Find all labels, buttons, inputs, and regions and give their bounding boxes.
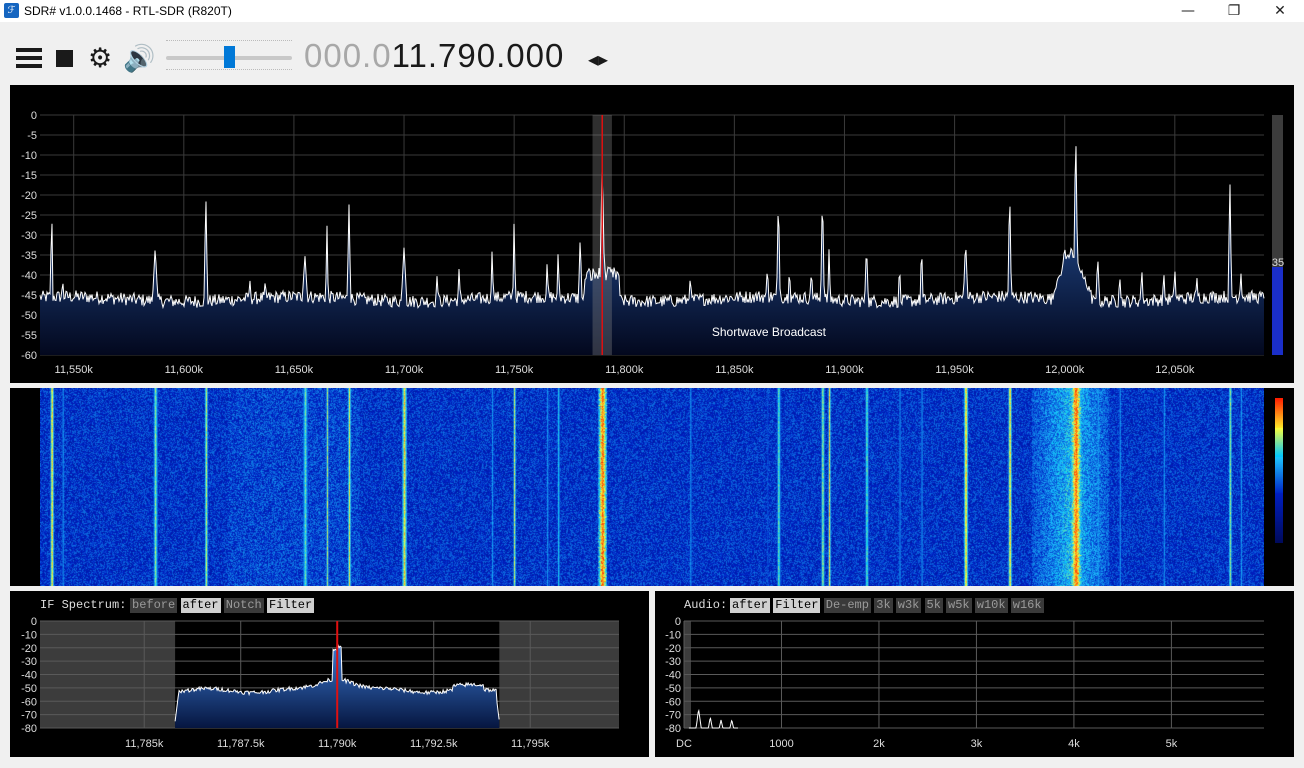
spectrum-x-tick: 11,900k [825,364,864,376]
if-y-tick: -30 [21,656,37,668]
if-y-tick: -80 [21,723,37,735]
speaker-icon[interactable]: 🔊 [123,44,155,74]
spectrum-x-tick: 11,650k [275,364,314,376]
spectrum-x-tick: 11,850k [715,364,754,376]
maximize-button[interactable]: ❐ [1211,0,1257,22]
tuning-step-arrows-icon[interactable]: ◂▸ [588,47,608,71]
if-spectrum-plot[interactable]: 0-10 -20-30 -40-50-60 -70-80 11,785k 11,787.5… [10,591,649,757]
spectrum-y-tick: -45 [21,290,37,302]
frequency-display[interactable]: 000.011.790.000 [304,37,564,75]
volume-slider-thumb[interactable] [224,46,235,68]
spectrum-y-tick: -20 [21,190,37,202]
audio-spectrum-panel: Audio: after Filter De-emp 3k w3k 5k w5k w10k w1… [655,591,1294,757]
spectrum-x-tick: 12,050k [1155,364,1195,376]
frequency-digits[interactable]: 11.790.000 [392,37,565,74]
audio-y-tick: -60 [665,696,681,708]
audio-y-tick: -20 [665,643,681,655]
if-x-tick: 11,785k [125,738,164,750]
audio-y-tick: -80 [665,723,681,735]
audio-x-tick: 4k [1068,738,1080,750]
title-bar: ℱ SDR# v1.0.0.1468 - RTL-SDR (R820T) — ❐… [0,0,1304,22]
if-y-tick: -20 [21,643,37,655]
spectrum-y-tick: -30 [21,230,37,242]
audio-y-tick: 0 [675,616,681,628]
audio-y-tick: -40 [665,670,681,682]
frequency-dim-digits[interactable]: 000.0 [304,37,392,74]
audio-x-tick: 2k [873,738,885,750]
if-x-tick: 11,792.5k [410,738,458,750]
audio-spectrum-trace [688,708,738,729]
audio-x-tick: 5k [1166,738,1178,750]
spectrum-y-tick: -35 [21,250,37,262]
if-y-tick: -10 [21,629,37,641]
spectrum-y-tick: -50 [21,310,37,322]
audio-y-tick: -50 [665,683,681,695]
spectrum-y-tick: -55 [21,330,37,342]
if-y-tick: -50 [21,683,37,695]
spectrum-y-tick: -40 [21,270,37,282]
if-spectrum-panel: IF Spectrum: before after Notch Filter 0 -10… [10,591,649,757]
if-y-tick: 0 [31,616,37,628]
audio-x-tick: DC [676,738,692,750]
if-y-tick: -70 [21,710,37,722]
if-y-tick: -40 [21,670,37,682]
spectrum-x-tick: 11,700k [385,364,424,376]
spectrum-x-tick: 11,750k [495,364,534,376]
spectrum-x-tick: 11,600k [165,364,204,376]
spectrum-plot[interactable]: Shortwave Broadcast 0 -5 -10 -15 -20 -25 -30 -3… [10,85,1294,383]
contrast-value: 35 [1272,257,1284,269]
waterfall-color-scale [1275,398,1283,543]
close-button[interactable]: ✕ [1257,0,1303,22]
spectrum-y-tick: -5 [27,130,37,142]
minimize-button[interactable]: — [1165,0,1211,22]
window-title: SDR# v1.0.0.1468 - RTL-SDR (R820T) [24,4,232,18]
spectrum-y-tick: -15 [21,170,37,182]
if-x-tick: 11,795k [511,738,550,750]
waterfall-display[interactable] [10,388,1294,586]
spectrum-x-tick: 11,550k [55,364,94,376]
spectrum-y-tick: -60 [21,350,37,362]
contrast-slider-fill[interactable] [1272,267,1283,355]
waterfall-canvas[interactable] [40,388,1264,586]
spectrum-x-tick: 12,000k [1045,364,1085,376]
spectrum-analyzer[interactable]: Shortwave Broadcast 0 -5 -10 -15 -20 -25 -30 -3… [10,85,1294,383]
audio-y-tick: -30 [665,656,681,668]
audio-spectrum-plot[interactable]: 0-10 -20-30 -40-50-60 -70-80 DC 1000 2k 3k 4k 5k [655,591,1294,757]
volume-ticks-bottom [166,69,292,73]
audio-y-tick: -70 [665,710,681,722]
spectrum-x-tick: 11,800k [605,364,644,376]
spectrum-x-tick: 11,950k [935,364,974,376]
if-x-tick: 11,787.5k [217,738,265,750]
stop-icon[interactable] [56,50,73,67]
volume-ticks-top [166,40,292,44]
spectrum-y-tick: -10 [21,150,37,162]
if-x-tick: 11,790k [318,738,357,750]
audio-x-tick: 1000 [769,738,793,750]
spectrum-fill [40,146,1264,355]
band-label: Shortwave Broadcast [712,325,827,339]
spectrum-y-tick: -25 [21,210,37,222]
toolbar: ⚙ 🔊 000.011.790.000 ◂▸ [0,22,1304,84]
sdrsharp-logo-icon: ℱ [4,3,19,18]
hamburger-menu-icon[interactable] [16,48,42,68]
spectrum-y-tick: 0 [31,110,37,122]
audio-x-tick: 3k [971,738,983,750]
gear-icon[interactable]: ⚙ [88,43,112,74]
if-y-tick: -60 [21,696,37,708]
audio-y-tick: -10 [665,629,681,641]
